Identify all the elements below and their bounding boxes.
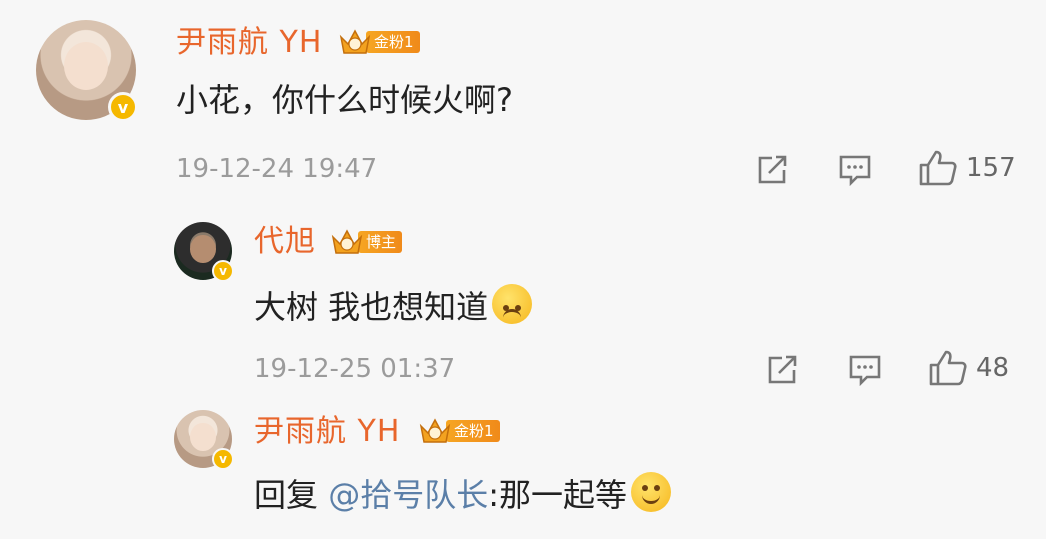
crown-icon xyxy=(330,227,364,257)
crown-icon xyxy=(418,416,452,446)
avatar[interactable]: v xyxy=(36,20,138,122)
fan-badge[interactable]: 金粉1 xyxy=(338,29,420,55)
like-count: 157 xyxy=(966,153,1016,183)
share-icon xyxy=(758,155,787,184)
like-count: 48 xyxy=(976,353,1010,383)
hugging-face-emoji-icon xyxy=(631,472,671,512)
like-button[interactable]: 48 xyxy=(928,348,1009,388)
comment-text-content: 大树 我也想知道 xyxy=(254,288,489,326)
avatar[interactable]: v xyxy=(174,410,234,470)
badge-label: 金粉1 xyxy=(366,31,420,53)
upside-down-face-emoji-icon xyxy=(492,284,533,324)
timestamp: 19-12-24 19:47 xyxy=(176,154,378,184)
verified-icon: v xyxy=(108,92,138,122)
avatar-face xyxy=(64,42,108,90)
verified-icon: v xyxy=(212,448,234,470)
timestamp: 19-12-25 01:37 xyxy=(254,354,456,384)
avatar[interactable]: v xyxy=(174,222,234,282)
comment-icon xyxy=(849,355,881,386)
comment-text: 大树 我也想知道 xyxy=(254,284,533,326)
mention-link[interactable]: @拾号队长 xyxy=(328,476,488,514)
username[interactable]: 尹雨航 YH xyxy=(254,417,400,447)
comment-text: 小花，你什么时候火啊? xyxy=(176,81,513,119)
thumbs-up-icon xyxy=(929,350,967,386)
reply-prefix: 回复 xyxy=(254,476,329,514)
blogger-badge[interactable]: 博主 xyxy=(330,227,403,257)
reply-button[interactable] xyxy=(848,354,882,386)
thumbs-up-icon xyxy=(919,150,957,186)
username[interactable]: 代旭 xyxy=(254,227,316,257)
avatar-face xyxy=(190,422,216,451)
like-button[interactable]: 157 xyxy=(918,148,1016,188)
share-button[interactable] xyxy=(766,352,800,386)
verified-icon: v xyxy=(212,260,234,282)
fan-badge[interactable]: 金粉1 xyxy=(418,418,500,444)
comment-text-content: :那一起等 xyxy=(488,476,627,514)
username[interactable]: 尹雨航 YH xyxy=(176,28,322,58)
reply-button[interactable] xyxy=(838,154,872,186)
share-icon xyxy=(768,355,797,384)
comment-icon xyxy=(839,155,871,186)
share-button[interactable] xyxy=(756,152,790,186)
crown-icon xyxy=(338,27,372,57)
avatar-face xyxy=(190,234,216,263)
badge-label: 金粉1 xyxy=(446,420,500,442)
comment-text: 回复 @拾号队长:那一起等 xyxy=(254,472,671,512)
badge-label: 博主 xyxy=(358,231,403,253)
